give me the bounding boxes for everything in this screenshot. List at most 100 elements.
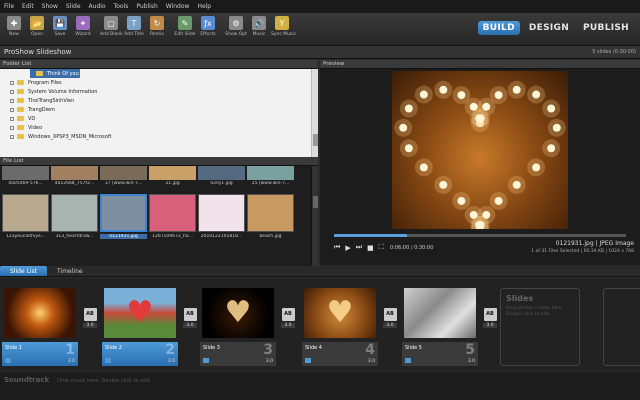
folder-item[interactable]: ThoiTrangSinhVien — [0, 96, 318, 105]
transition-ab-icon[interactable]: AB — [83, 308, 97, 321]
transition-duration[interactable]: 3.0 — [483, 323, 497, 328]
file-thumb[interactable]: 17 [www.win-7... — [100, 166, 147, 188]
mode-design-button[interactable]: DESIGN — [524, 21, 574, 35]
file-thumb[interactable]: 2010122101818... — [198, 194, 245, 239]
soundtrack-bar[interactable]: Soundtrack Drop music here. Double click… — [0, 373, 640, 400]
tab-slide-list[interactable]: Slide List — [0, 266, 48, 276]
toolbar-music-button[interactable]: 🔊 Music — [248, 16, 270, 37]
file-thumb[interactable]: 1267109672_ha... — [149, 194, 196, 239]
toolbar-open-button[interactable]: 📂 Open — [26, 16, 48, 37]
folder-item[interactable]: Video — [0, 123, 318, 132]
slide-3[interactable]: ♥ Slide 3 3 3.0 — [200, 286, 276, 366]
toolbar-save-button[interactable]: 💾 Save — [49, 16, 71, 37]
transition-3[interactable]: AB 3.0 — [278, 308, 298, 328]
slide-duration[interactable]: 3.0 — [468, 359, 475, 364]
folder-item-selected[interactable]: Think Of you — [30, 69, 80, 78]
toolbar-wizard-button[interactable]: ✦ Wizard — [72, 16, 94, 37]
transition-ab-icon[interactable]: AB — [281, 308, 295, 321]
file-thumb[interactable]: 21.jpg — [149, 166, 196, 188]
transition-2[interactable]: AB 3.0 — [180, 308, 200, 328]
candle-light — [419, 163, 428, 172]
slides-drop-area-extra[interactable] — [603, 288, 640, 366]
menu-window[interactable]: Window — [166, 3, 190, 10]
menu-file[interactable]: File — [4, 3, 14, 10]
slide-play-icon[interactable] — [5, 358, 11, 363]
menu-show[interactable]: Show — [42, 3, 58, 10]
folder-item[interactable]: System Volume Information — [0, 87, 318, 96]
transition-ab-icon[interactable]: AB — [383, 308, 397, 321]
toolbar-new-button[interactable]: ✚ New — [3, 16, 25, 37]
slide-play-icon[interactable] — [305, 358, 311, 363]
slide-4[interactable]: ♥ Slide 4 4 3.0 — [302, 286, 378, 366]
tab-timeline[interactable]: Timeline — [47, 266, 93, 276]
file-thumb[interactable]: 313_heartdraw... — [51, 194, 98, 239]
stop-icon[interactable]: ■ — [367, 244, 374, 252]
expand-toggle-icon[interactable] — [10, 134, 14, 139]
slide-duration[interactable]: 3.0 — [266, 359, 273, 364]
transition-1[interactable]: AB 3.0 — [80, 308, 100, 328]
expand-toggle-icon[interactable] — [10, 98, 14, 103]
slide-play-icon[interactable] — [203, 358, 209, 363]
file-thumb[interactable]: 02ily1.jpg — [198, 166, 245, 188]
preview-scrubber[interactable] — [334, 234, 626, 237]
slide-duration[interactable]: 3.0 — [68, 359, 75, 364]
transition-ab-icon[interactable]: AB — [483, 308, 497, 321]
folder-item[interactable]: Windows_XPSP3_MSDN_Microsoft — [0, 132, 318, 141]
expand-toggle-icon[interactable] — [10, 125, 14, 130]
mode-build-button[interactable]: BUILD — [477, 21, 520, 35]
skip-back-icon[interactable]: ⏮ — [334, 243, 340, 252]
menu-publish[interactable]: Publish — [136, 3, 157, 10]
menu-tools[interactable]: Tools — [114, 3, 129, 10]
expand-toggle-icon[interactable] — [10, 80, 14, 85]
play-icon[interactable]: ▶ — [345, 244, 350, 252]
expand-toggle-icon[interactable] — [10, 89, 14, 94]
slide-play-icon[interactable] — [105, 358, 111, 363]
folder-item[interactable]: TrangDiem — [0, 105, 318, 114]
transition-duration[interactable]: 3.0 — [383, 323, 397, 328]
transition-4[interactable]: AB 3.0 — [380, 308, 400, 328]
file-scrollbar[interactable] — [311, 166, 318, 273]
folder-item[interactable]: VD — [0, 114, 318, 123]
menu-audio[interactable]: Audio — [89, 3, 106, 10]
mode-publish-button[interactable]: PUBLISH — [578, 21, 634, 35]
file-thumb[interactable]: 4a05469-576... — [2, 166, 49, 188]
transition-duration[interactable]: 3.0 — [83, 323, 97, 328]
toolbar-show-opt-button[interactable]: ⚙ Show Opt — [225, 16, 247, 37]
toolbar-sync-music-button[interactable]: Y Sync Music — [271, 16, 296, 37]
menu-help[interactable]: Help — [197, 3, 211, 10]
slide-duration[interactable]: 3.0 — [168, 359, 175, 364]
transition-ab-icon[interactable]: AB — [183, 308, 197, 321]
slide-2[interactable]: ♥ Slide 2 2 3.0 — [102, 286, 178, 366]
file-thumb[interactable]: 123yeucaithiye... — [2, 194, 49, 239]
menu-edit[interactable]: Edit — [22, 3, 34, 10]
menu-slide[interactable]: Slide — [66, 3, 81, 10]
skip-forward-icon[interactable]: ⏭ — [356, 243, 362, 252]
slide-1[interactable]: Slide 1 1 3.0 — [2, 286, 78, 366]
folder-scrollbar[interactable] — [311, 69, 318, 157]
toolbar-add-title-button[interactable]: T Add Title — [123, 16, 145, 37]
file-thumb[interactable]: 4a12668_757f2... — [51, 166, 98, 188]
file-thumb-selected[interactable]: 0121931.jpg — [100, 194, 147, 239]
folder-item-label: ThoiTrangSinhVien — [28, 97, 75, 104]
transition-duration[interactable]: 3.0 — [183, 323, 197, 328]
soundtrack-label: Soundtrack — [4, 376, 50, 384]
fullscreen-icon[interactable]: ⛶ — [379, 243, 384, 252]
file-meta: 1 of 31 Files Selected | 60.34 KB | 1024… — [531, 249, 634, 254]
slide-play-icon[interactable] — [405, 358, 411, 363]
toolbar-effects-button[interactable]: ƒx Effects — [197, 16, 219, 37]
slide-duration[interactable]: 3.0 — [368, 359, 375, 364]
toolbar-remix-button[interactable]: ↻ Remix — [146, 16, 168, 37]
transition-5[interactable]: AB 3.0 — [480, 308, 500, 328]
expand-toggle-icon[interactable] — [10, 107, 14, 112]
toolbar-add-blank-button[interactable]: ▢ Add Blank — [100, 16, 123, 37]
file-thumb[interactable]: beach.jpg — [247, 194, 294, 239]
slides-drop-area[interactable]: Slides Drop photos / video here. Double … — [500, 288, 580, 366]
folder-item[interactable]: Program Files — [0, 78, 318, 87]
toolbar-edit-slide-button[interactable]: ✎ Edit Slide — [174, 16, 196, 37]
transition-duration[interactable]: 3.0 — [281, 323, 295, 328]
expand-toggle-icon[interactable] — [10, 116, 14, 121]
remix-icon: ↻ — [150, 16, 164, 30]
file-thumb[interactable]: 25 [www.win-7... — [247, 166, 294, 188]
slide-5[interactable]: Slide 5 5 3.0 — [402, 286, 478, 366]
browser-panel: Folder List Think Of you Program Files Sy… — [0, 60, 318, 273]
